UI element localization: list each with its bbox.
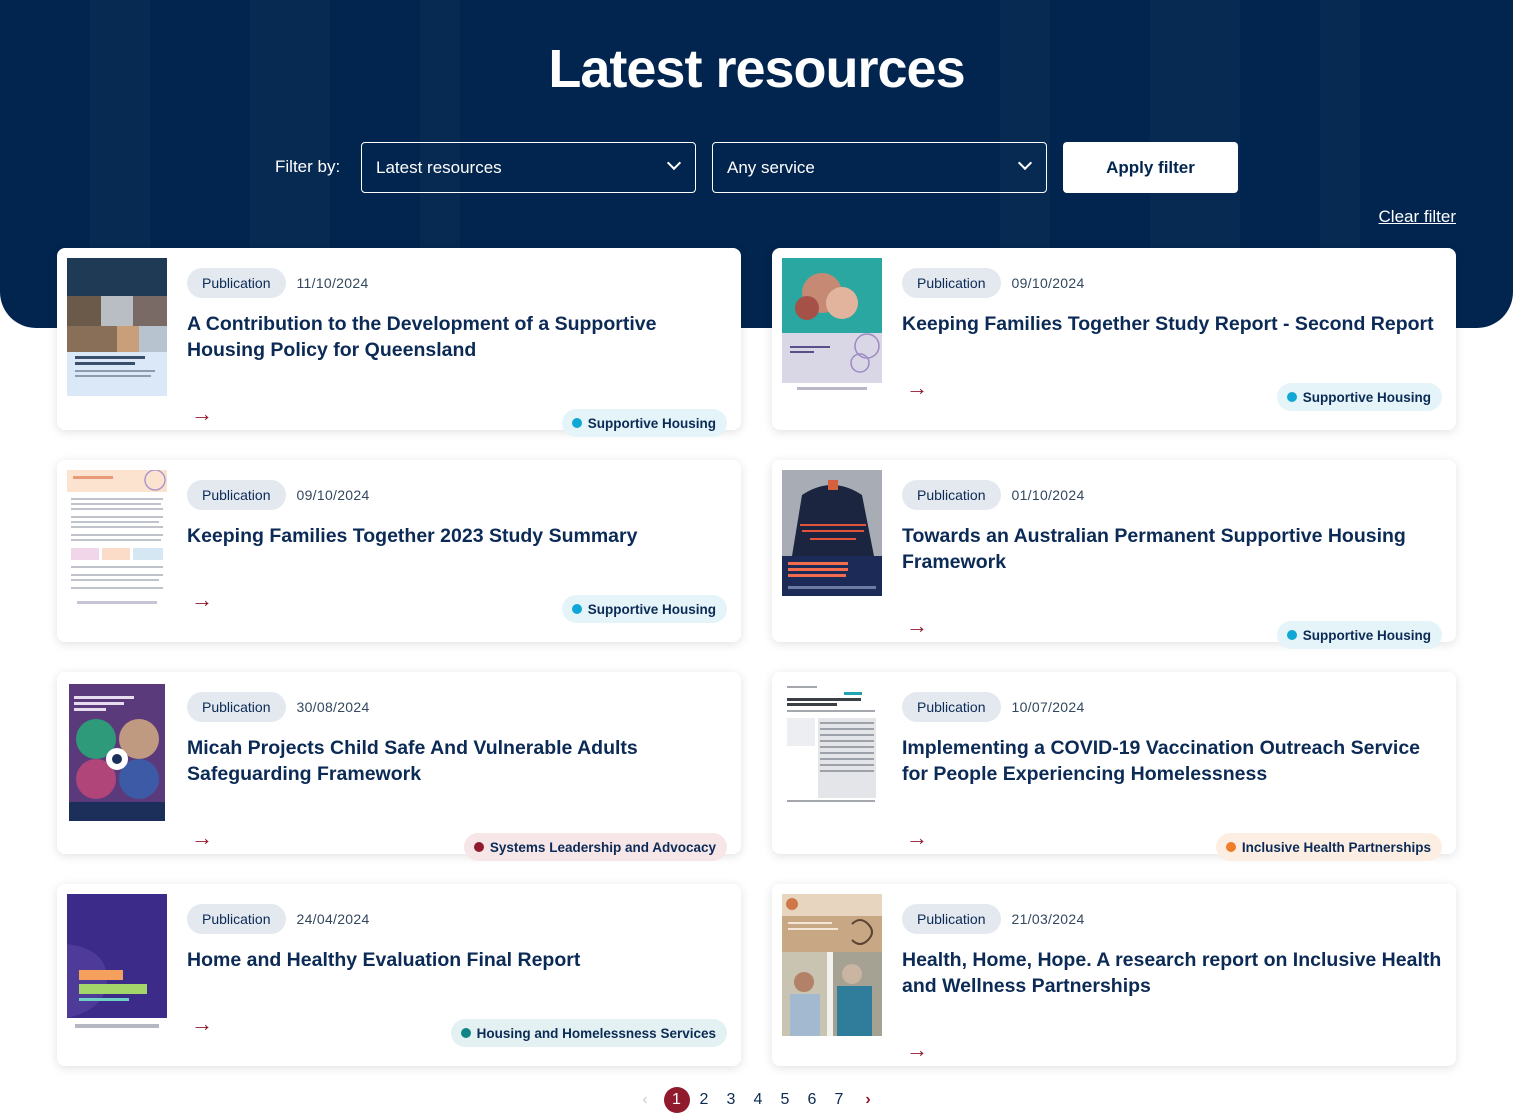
tag-dot-icon: [1286, 630, 1297, 640]
service-tag-label: Supportive Housing: [1302, 627, 1431, 643]
card-body: Publication 30/08/2024 Micah Projects Ch…: [187, 692, 727, 861]
service-tag: Systems Leadership and Advocacy: [463, 833, 727, 861]
report-cover-thumbnail[interactable]: [782, 258, 882, 396]
arrow-right-icon[interactable]: →: [191, 825, 213, 851]
resource-date: 21/03/2024: [1011, 911, 1085, 927]
page-title: Latest resources: [548, 39, 965, 99]
resource-type-badge: Publication: [187, 268, 286, 298]
report-cover-thumbnail[interactable]: [67, 470, 167, 610]
filter-label: Filter by:: [275, 157, 341, 176]
resource-type-badge: Publication: [187, 480, 286, 510]
page-link[interactable]: 2: [691, 1091, 718, 1109]
resource-title[interactable]: Keeping Families Together Study Report -…: [902, 311, 1442, 337]
resource-title[interactable]: Implementing a COVID-19 Vaccination Outr…: [902, 735, 1442, 787]
page-link[interactable]: 6: [799, 1091, 826, 1109]
service-tag-label: Housing and Homelessness Services: [476, 1025, 716, 1041]
card-body: Publication 11/10/2024 A Contribution to…: [187, 268, 727, 437]
card-body: Publication 01/10/2024 Towards an Austra…: [902, 480, 1442, 649]
resource-type-badge: Publication: [187, 904, 286, 934]
resource-card[interactable]: Publication 01/10/2024 Towards an Austra…: [772, 460, 1456, 649]
chevron-left-icon[interactable]: ‹: [632, 1091, 659, 1109]
arrow-right-icon[interactable]: →: [191, 587, 213, 613]
resource-type-badge: Publication: [902, 904, 1001, 934]
service-tag: Supportive Housing: [1276, 383, 1442, 411]
resource-date: 01/10/2024: [1011, 487, 1085, 503]
arrow-right-icon[interactable]: →: [906, 613, 928, 639]
resource-date: 30/08/2024: [296, 699, 370, 715]
resource-date: 11/10/2024: [296, 275, 369, 291]
resource-title[interactable]: Home and Healthy Evaluation Final Report: [187, 947, 727, 973]
resource-date: 24/04/2024: [296, 911, 370, 927]
report-cover-thumbnail[interactable]: [67, 258, 167, 396]
resource-card[interactable]: Publication 09/10/2024 Keeping Families …: [772, 248, 1456, 430]
page-link-current[interactable]: 1: [663, 1087, 690, 1113]
chevron-down-icon: [666, 155, 682, 171]
resource-title[interactable]: A Contribution to the Development of a S…: [187, 311, 727, 363]
service-tag: Housing and Homelessness Services: [450, 1019, 727, 1047]
resource-card[interactable]: Publication 30/08/2024 Micah Projects Ch…: [57, 672, 741, 861]
chevron-down-icon: [1017, 155, 1033, 171]
apply-filter-button[interactable]: Apply filter: [1063, 142, 1238, 193]
card-body: Publication 24/04/2024 Home and Healthy …: [187, 904, 727, 1066]
resource-card[interactable]: Publication 10/07/2024 Implementing a CO…: [772, 672, 1456, 861]
service-select[interactable]: Any service: [712, 142, 1047, 193]
card-body: Publication 09/10/2024 Keeping Families …: [187, 480, 727, 642]
service-tag-label: Supportive Housing: [587, 601, 716, 617]
card-body: Publication 09/10/2024 Keeping Families …: [902, 268, 1442, 430]
resource-type-badge: Publication: [902, 692, 1001, 722]
arrow-right-icon[interactable]: →: [906, 1037, 928, 1063]
resource-card[interactable]: Publication 24/04/2024 Home and Healthy …: [57, 884, 741, 1066]
report-cover-thumbnail[interactable]: [782, 470, 882, 596]
clear-filter-link[interactable]: Clear filter: [1379, 207, 1456, 227]
resource-type-badge: Publication: [902, 480, 1001, 510]
resource-card[interactable]: Publication 11/10/2024 A Contribution to…: [57, 248, 741, 437]
resource-title[interactable]: Micah Projects Child Safe And Vulnerable…: [187, 735, 727, 787]
pagination: ‹ 1 2 3 4 5 6 7 ›: [0, 1087, 1513, 1113]
service-tag-label: Supportive Housing: [587, 415, 716, 431]
service-value: Any service: [727, 158, 815, 177]
service-tag-label: Supportive Housing: [1302, 389, 1431, 405]
tag-dot-icon: [473, 842, 484, 852]
page-link[interactable]: 4: [745, 1091, 772, 1109]
arrow-right-icon[interactable]: →: [191, 1011, 213, 1037]
resource-card[interactable]: Publication 09/10/2024 Keeping Families …: [57, 460, 741, 642]
report-cover-thumbnail[interactable]: [67, 894, 167, 1034]
resource-title[interactable]: Towards an Australian Permanent Supporti…: [902, 523, 1442, 575]
page-link[interactable]: 7: [826, 1091, 853, 1109]
chevron-right-icon[interactable]: ›: [855, 1091, 882, 1109]
card-body: Publication 21/03/2024 Health, Home, Hop…: [902, 904, 1442, 1066]
resource-type-badge: Publication: [902, 268, 1001, 298]
resource-type-select[interactable]: Latest resources: [361, 142, 696, 193]
service-tag: Supportive Housing: [561, 595, 727, 623]
report-cover-thumbnail[interactable]: [782, 682, 882, 808]
service-tag: Supportive Housing: [561, 409, 727, 437]
resource-date: 09/10/2024: [1011, 275, 1085, 291]
resource-card[interactable]: Publication 21/03/2024 Health, Home, Hop…: [772, 884, 1456, 1066]
resource-type-value: Latest resources: [376, 158, 502, 177]
resource-title[interactable]: Keeping Families Together 2023 Study Sum…: [187, 523, 727, 549]
service-tag-label: Systems Leadership and Advocacy: [489, 839, 716, 855]
report-cover-thumbnail[interactable]: [782, 894, 882, 1036]
page-link[interactable]: 5: [772, 1091, 799, 1109]
report-cover-thumbnail[interactable]: [69, 684, 165, 821]
resource-type-badge: Publication: [187, 692, 286, 722]
arrow-right-icon[interactable]: →: [906, 375, 928, 401]
page-link[interactable]: 3: [718, 1091, 745, 1109]
tag-dot-icon: [571, 418, 582, 428]
arrow-right-icon[interactable]: →: [191, 401, 213, 427]
card-body: Publication 10/07/2024 Implementing a CO…: [902, 692, 1442, 861]
tag-dot-icon: [571, 604, 582, 614]
arrow-right-icon[interactable]: →: [906, 825, 928, 851]
filter-bar: Filter by: Latest resources Any service …: [0, 142, 1513, 193]
resource-date: 09/10/2024: [296, 487, 370, 503]
service-tag: Supportive Housing: [1276, 621, 1442, 649]
resource-date: 10/07/2024: [1011, 699, 1085, 715]
service-tag: Inclusive Health Partnerships: [1215, 833, 1442, 861]
tag-dot-icon: [1286, 392, 1297, 402]
tag-dot-icon: [1225, 842, 1236, 852]
service-tag-label: Inclusive Health Partnerships: [1241, 839, 1431, 855]
tag-dot-icon: [460, 1028, 471, 1038]
resource-title[interactable]: Health, Home, Hope. A research report on…: [902, 947, 1442, 999]
